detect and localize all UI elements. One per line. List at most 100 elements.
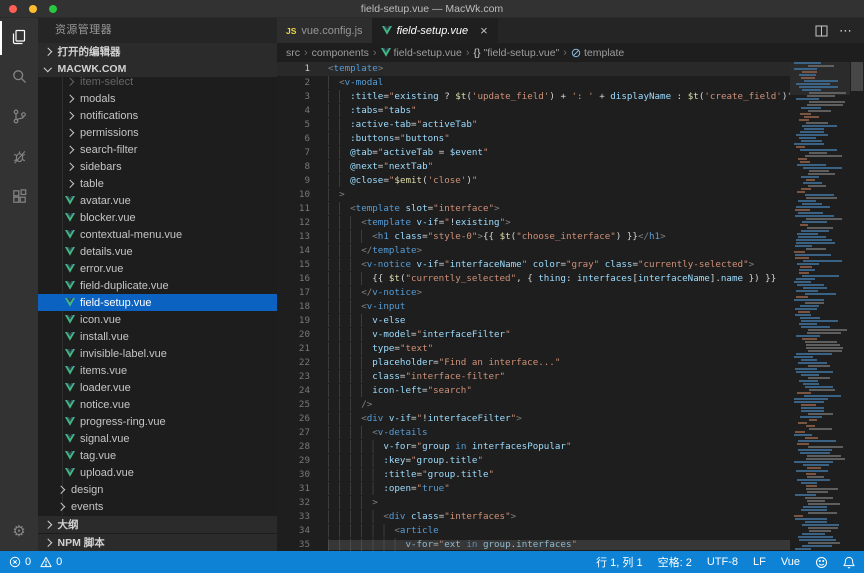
- tree-folder-table[interactable]: table: [38, 175, 277, 192]
- code-line-24[interactable]: icon-left="search": [328, 384, 790, 398]
- close-tab-icon[interactable]: ×: [480, 24, 488, 37]
- code-line-28[interactable]: v-for="group in interfacesPopular": [328, 440, 790, 454]
- code-line-7[interactable]: @tab="activeTab = $event": [328, 146, 790, 160]
- code-line-27[interactable]: <v-details: [328, 426, 790, 440]
- explorer-activity-button[interactable]: [0, 18, 38, 58]
- code-line-17[interactable]: </v-notice>: [328, 286, 790, 300]
- code-line-20[interactable]: v-model="interfaceFilter": [328, 328, 790, 342]
- cursor-position[interactable]: 行 1, 列 1: [596, 554, 642, 570]
- settings-button[interactable]: ⚙: [0, 511, 38, 551]
- breadcrumb-item-2[interactable]: components: [312, 47, 369, 59]
- code-line-13[interactable]: <h1 class="style-0">{{ $t("choose_interf…: [328, 230, 790, 244]
- tree-file-upload.vue[interactable]: upload.vue: [38, 464, 277, 481]
- minimap[interactable]: [790, 62, 850, 551]
- tree-folder-sidebars[interactable]: sidebars: [38, 158, 277, 175]
- vertical-scrollbar[interactable]: [850, 62, 864, 551]
- code-line-3[interactable]: :title="existing ? $t('update_field') + …: [328, 90, 790, 104]
- tree-file-icon.vue[interactable]: icon.vue: [38, 311, 277, 328]
- code-line-33[interactable]: <div class="interfaces">: [328, 510, 790, 524]
- close-window-button[interactable]: [9, 5, 17, 13]
- tree-folder-events[interactable]: events: [38, 498, 277, 515]
- tree-folder-modals[interactable]: modals: [38, 90, 277, 107]
- code-line-1[interactable]: <template>: [328, 62, 790, 76]
- tree-file-notice.vue[interactable]: notice.vue: [38, 396, 277, 413]
- tree-file-field-setup.vue[interactable]: field-setup.vue: [38, 294, 277, 311]
- encoding-setting[interactable]: UTF-8: [707, 556, 738, 568]
- notifications-bell-icon[interactable]: [843, 556, 855, 569]
- code-line-19[interactable]: v-else: [328, 314, 790, 328]
- tree-file-items.vue[interactable]: items.vue: [38, 362, 277, 379]
- tree-file-install.vue[interactable]: install.vue: [38, 328, 277, 345]
- code-line-26[interactable]: <div v-if="!interfaceFilter">: [328, 412, 790, 426]
- tree-file-progress-ring.vue[interactable]: progress-ring.vue: [38, 413, 277, 430]
- tree-file-field-duplicate.vue[interactable]: field-duplicate.vue: [38, 277, 277, 294]
- code-line-5[interactable]: :active-tab="activeTab": [328, 118, 790, 132]
- tree-file-loader.vue[interactable]: loader.vue: [38, 379, 277, 396]
- code-line-15[interactable]: <v-notice v-if="interfaceName" color="gr…: [328, 258, 790, 272]
- search-activity-button[interactable]: [0, 58, 38, 98]
- split-editor-icon[interactable]: [815, 25, 828, 37]
- line-number: 7: [277, 146, 310, 160]
- tree-file-signal.vue[interactable]: signal.vue: [38, 430, 277, 447]
- code-line-18[interactable]: <v-input: [328, 300, 790, 314]
- code-line-2[interactable]: <v-modal: [328, 76, 790, 90]
- code-line-16[interactable]: {{ $t("currently_selected", { thing: int…: [328, 272, 790, 286]
- tree-file-details.vue[interactable]: details.vue: [38, 243, 277, 260]
- code-line-29[interactable]: :key="group.title": [328, 454, 790, 468]
- code-line-23[interactable]: class="interface-filter": [328, 370, 790, 384]
- code-line-30[interactable]: :title="group.title": [328, 468, 790, 482]
- npm-scripts-section[interactable]: NPM 脚本: [38, 533, 277, 551]
- source-control-activity-button[interactable]: [0, 98, 38, 138]
- tree-file-avatar.vue[interactable]: avatar.vue: [38, 192, 277, 209]
- line-number: 14: [277, 244, 310, 258]
- breadcrumb-item-5[interactable]: template: [571, 47, 624, 59]
- code-line-22[interactable]: placeholder="Find an interface...": [328, 356, 790, 370]
- open-editors-section[interactable]: 打开的编辑器: [38, 43, 277, 60]
- tree-file-blocker.vue[interactable]: blocker.vue: [38, 209, 277, 226]
- extensions-activity-button[interactable]: [0, 178, 38, 218]
- tree-file-tag.vue[interactable]: tag.vue: [38, 447, 277, 464]
- vertical-scrollbar-thumb[interactable]: [851, 62, 863, 91]
- code-line-21[interactable]: type="text": [328, 342, 790, 356]
- code-line-25[interactable]: />: [328, 398, 790, 412]
- tree-folder-notifications[interactable]: notifications: [38, 107, 277, 124]
- code-line-31[interactable]: :open="true": [328, 482, 790, 496]
- minimize-window-button[interactable]: [29, 5, 37, 13]
- problems-warnings[interactable]: 0: [40, 556, 62, 568]
- title-bar: field-setup.vue — MacWk.com: [0, 0, 864, 18]
- tree-folder-design[interactable]: design: [38, 481, 277, 498]
- tree-file-contextual-menu.vue[interactable]: contextual-menu.vue: [38, 226, 277, 243]
- code-line-34[interactable]: <article: [328, 524, 790, 538]
- zoom-window-button[interactable]: [49, 5, 57, 13]
- workspace-root-section[interactable]: MACWK.COM: [38, 60, 277, 77]
- eol-setting[interactable]: LF: [753, 556, 766, 568]
- tree-folder-permissions[interactable]: permissions: [38, 124, 277, 141]
- code-line-8[interactable]: @next="nextTab": [328, 160, 790, 174]
- breadcrumb-item-1[interactable]: src: [286, 47, 300, 59]
- tab-vue.config.js[interactable]: JSvue.config.js: [277, 18, 373, 43]
- code-line-6[interactable]: :buttons="buttons": [328, 132, 790, 146]
- problems-errors[interactable]: 0: [9, 556, 31, 568]
- outline-section[interactable]: 大纲: [38, 515, 277, 533]
- code-editor[interactable]: 1234567891011121314151617181920212223242…: [277, 62, 864, 551]
- tree-folder-search-filter[interactable]: search-filter: [38, 141, 277, 158]
- breadcrumb-item-3[interactable]: field-setup.vue: [381, 47, 462, 59]
- tree-file-error.vue[interactable]: error.vue: [38, 260, 277, 277]
- more-actions-icon[interactable]: ⋯: [839, 23, 853, 39]
- tree-file-invisible-label.vue[interactable]: invisible-label.vue: [38, 345, 277, 362]
- code-line-4[interactable]: :tabs="tabs": [328, 104, 790, 118]
- language-mode[interactable]: Vue: [781, 556, 800, 568]
- feedback-smiley-icon[interactable]: [815, 556, 828, 569]
- code-line-10[interactable]: >: [328, 188, 790, 202]
- tab-field-setup.vue[interactable]: field-setup.vue×: [373, 18, 498, 43]
- code-line-32[interactable]: >: [328, 496, 790, 510]
- indentation-setting[interactable]: 空格: 2: [658, 554, 692, 570]
- code-line-9[interactable]: @close="$emit('close')": [328, 174, 790, 188]
- horizontal-scrollbar-thumb[interactable]: [328, 540, 790, 550]
- debug-activity-button[interactable]: [0, 138, 38, 178]
- tree-folder-item-select[interactable]: item-select: [38, 77, 277, 90]
- breadcrumb-item-4[interactable]: {}"field-setup.vue": [474, 47, 560, 59]
- code-line-11[interactable]: <template slot="interface">: [328, 202, 790, 216]
- code-line-14[interactable]: </template>: [328, 244, 790, 258]
- code-line-12[interactable]: <template v-if="!existing">: [328, 216, 790, 230]
